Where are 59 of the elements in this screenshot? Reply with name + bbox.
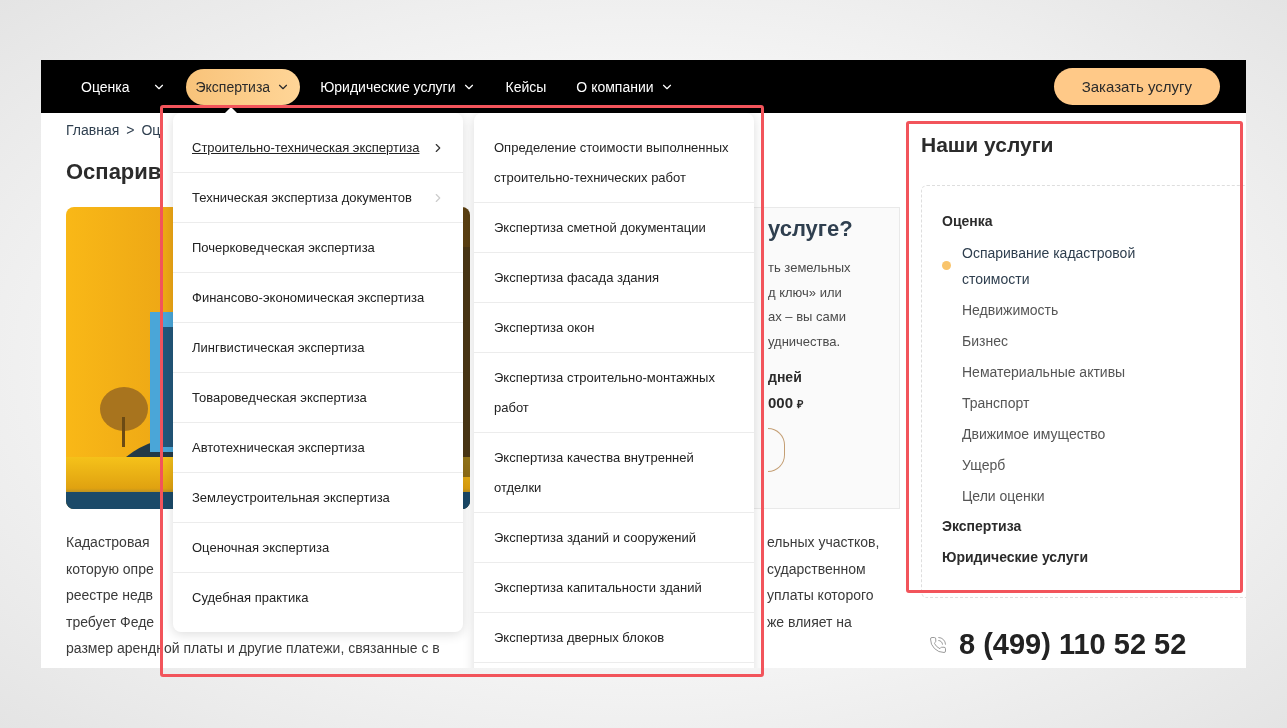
sidebar-title: Наши услуги <box>921 133 1055 158</box>
submenu-item[interactable]: Экспертиза качества внутренней отделки <box>474 433 754 513</box>
order-button[interactable]: Заказать услугу <box>1053 68 1220 105</box>
nav-item[interactable]: О компании <box>566 68 684 105</box>
menu-item[interactable]: Автотехническая экспертиза <box>173 423 463 473</box>
price-text: 000 <box>768 393 794 413</box>
tree-item[interactable]: Недвижимость <box>962 294 1172 325</box>
tree-group[interactable]: Оценка <box>942 206 1240 237</box>
card-text: д ключ» или <box>768 283 843 302</box>
paragraph-text: требует Феде <box>66 612 155 632</box>
tree-group[interactable]: Экспертиза <box>942 511 1240 542</box>
paragraph-text: же влияет на <box>767 612 852 632</box>
nav-item[interactable]: Экспертиза <box>185 68 301 105</box>
tree-item[interactable]: Оспаривание кадастровой стоимости <box>962 237 1172 294</box>
submenu-item[interactable]: Экспертиза окон <box>474 303 754 353</box>
menu-item[interactable]: Почерковедческая экспертиза <box>173 223 463 273</box>
breadcrumb-separator: > <box>126 122 135 138</box>
breadcrumb-link[interactable]: Оц <box>141 122 161 138</box>
submenu-item[interactable]: Экспертиза зданий и сооружений <box>474 513 754 563</box>
currency-sign: ₽ <box>797 397 804 412</box>
tree-item[interactable]: Транспорт <box>962 387 1172 418</box>
menu-item[interactable]: Товароведческая экспертиза <box>173 373 463 423</box>
submenu-item[interactable]: Экспертиза строительно-монтажных работ <box>474 353 754 433</box>
submenu-item[interactable]: Экспертиза фасада здания <box>474 253 754 303</box>
submenu-item[interactable]: Определение стоимости выполненных строительно-технических работ <box>474 123 754 203</box>
tree-item[interactable]: Движимое имущество <box>962 418 1172 449</box>
menu-item[interactable]: Финансово-экономическая экспертиза <box>173 273 463 323</box>
paragraph-text: Кадастровая <box>66 533 150 552</box>
paragraph-text: реестре недв <box>66 586 154 605</box>
duration-text: дней <box>768 368 803 387</box>
tree-item[interactable]: Нематериальные активы <box>962 356 1172 387</box>
submenu-item[interactable]: Экспертиза сметной документации <box>474 203 754 253</box>
page-title: Оспарив <box>66 159 162 186</box>
tree-item[interactable]: Цели оценки <box>962 480 1172 511</box>
card-text: удничества. <box>768 332 842 351</box>
paragraph-text: уплаты которого <box>767 586 874 605</box>
card-text: ть земельных <box>768 259 852 277</box>
card-text: ах – вы сами <box>768 308 847 326</box>
nav-item[interactable]: Оценка <box>71 68 176 105</box>
paragraph-text: которую опре <box>66 559 154 579</box>
tree-item[interactable]: Ущерб <box>962 449 1172 480</box>
breadcrumb-link[interactable]: Главная <box>66 122 120 138</box>
phone-number[interactable]: 8 (499) 110 52 52 <box>959 628 1187 661</box>
tree-group[interactable]: Юридические услуги <box>942 542 1240 573</box>
nav-item[interactable]: Кейсы <box>495 68 557 105</box>
submenu-item[interactable]: Экспертиза дверных блоков <box>474 613 754 663</box>
menu-item[interactable]: Техническая экспертиза документов <box>173 173 463 223</box>
submenu-item[interactable]: Экспертиза капитальности зданий <box>474 563 754 613</box>
menu-item[interactable]: Судебная практика <box>173 573 463 622</box>
menu-item[interactable]: Лингвистическая экспертиза <box>173 323 463 373</box>
card-title: услуге? <box>768 216 854 243</box>
phone-icon <box>929 635 947 654</box>
paragraph-text: ельных участков, <box>767 533 880 552</box>
paragraph-text: сударственном <box>767 559 866 579</box>
menu-item[interactable]: Строительно-техническая экспертиза <box>173 123 463 173</box>
menu-item[interactable]: Землеустроительная экспертиза <box>173 473 463 523</box>
tree-item[interactable]: Бизнес <box>962 325 1172 356</box>
nav-item[interactable]: Юридические услуги <box>310 68 486 105</box>
menu-item[interactable]: Оценочная экспертиза <box>173 523 463 573</box>
